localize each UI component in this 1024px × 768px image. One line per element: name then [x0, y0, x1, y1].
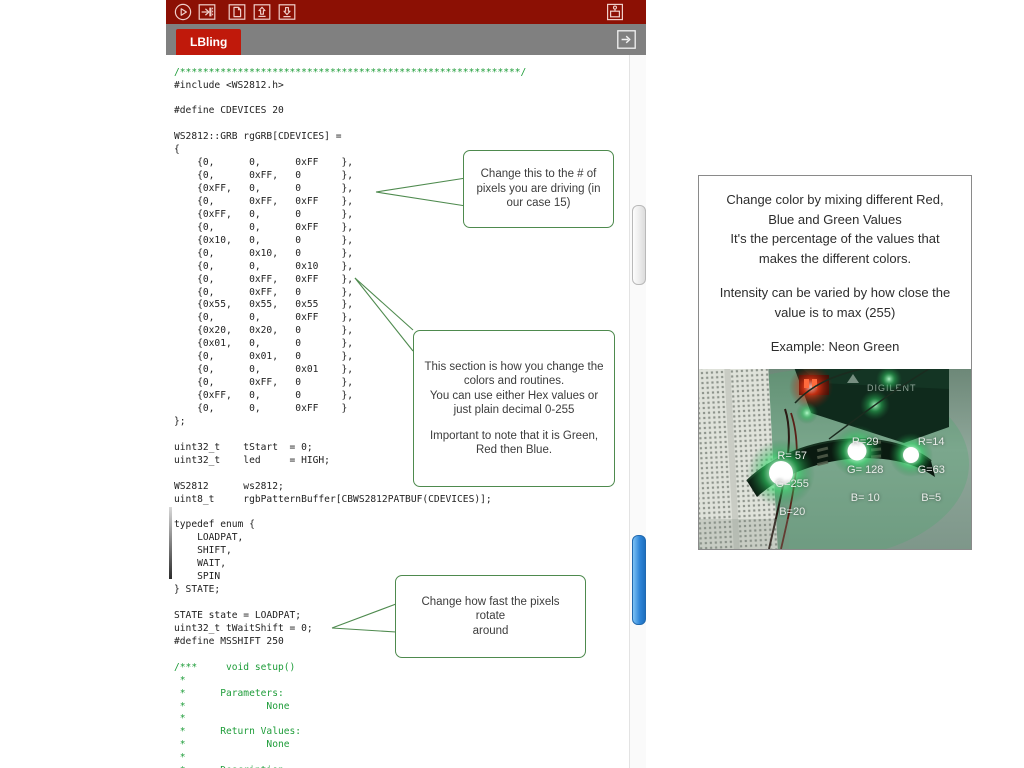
callout-pixel-count-line3: our case 15)	[506, 197, 571, 210]
led-3-r: R=14	[917, 436, 945, 448]
monitor-icon	[607, 3, 624, 21]
led-1-b: B=20	[779, 506, 806, 518]
up-arrow-box-icon	[253, 4, 271, 20]
callout-pixel-count: Change this to the # of pixels you are d…	[463, 150, 614, 228]
screenshot-root: LBling /********************************…	[0, 0, 1024, 768]
color-info-panel: Change color by mixing different Red, Bl…	[698, 175, 972, 550]
led-1-g: G=255	[775, 478, 809, 490]
verify-arrow-icon	[198, 4, 216, 20]
color-info-text: Change color by mixing different Red, Bl…	[699, 176, 971, 363]
scrollbar-thumb-inner[interactable]	[632, 535, 646, 625]
callout-pixel-count-line1: Change this to the # of	[480, 168, 597, 181]
led-2-g: G= 128	[847, 464, 884, 476]
led-3-values: R=14 G=63 B=5	[882, 421, 956, 519]
new-document-icon	[228, 4, 246, 20]
verify-button[interactable]	[198, 3, 216, 21]
tab-bar: LBling	[166, 24, 646, 55]
led-3-g: G=63	[917, 464, 945, 476]
callout-colors-line6: Red then Blue.	[475, 444, 553, 456]
editor-scrollbar-outer[interactable]	[629, 55, 646, 549]
led-1-values: R= 57 G=255 B=20	[743, 435, 817, 533]
callout-leader-pixel-count	[375, 177, 467, 207]
led-2-b: B= 10	[850, 492, 880, 504]
callout-leader-rotate	[331, 603, 397, 633]
tab-lbling[interactable]: LBling	[176, 29, 242, 55]
info-line4: makes the different colors.	[758, 250, 912, 266]
callout-rotate-line2: around	[472, 624, 509, 637]
info-line5: Intensity can be varied by how close the	[719, 285, 951, 300]
led-1-r: R= 57	[777, 450, 808, 462]
info-line1: Change color by mixing different Red,	[726, 192, 944, 207]
callout-colors-line3: You can use either Hex values or	[429, 389, 599, 402]
tab-forward-button[interactable]	[617, 30, 636, 49]
ide-toolbar	[166, 0, 646, 24]
callout-colors-line5: Important to note that it is Green,	[429, 429, 599, 442]
play-circle-icon	[174, 3, 192, 21]
callout-rotate-line1: Change how fast the pixels rotate	[421, 595, 560, 623]
info-line7: Example: Neon Green	[770, 339, 900, 354]
callout-leader-colors	[354, 277, 414, 352]
info-line2: Blue and Green Values	[768, 211, 902, 227]
callout-colors-line1: This section is how you change the	[424, 360, 604, 373]
editor-scrollbar-inner[interactable]	[629, 535, 646, 768]
save-button[interactable]	[278, 3, 296, 21]
callout-colors-section: This section is how you change the color…	[413, 330, 615, 487]
callout-rotate-speed: Change how fast the pixels rotate around	[395, 575, 586, 658]
scrollbar-thumb-outer[interactable]	[632, 205, 646, 285]
run-button[interactable]	[174, 3, 192, 21]
callout-colors-line2: colors and routines.	[463, 375, 565, 387]
callout-colors-line4: just plain decimal 0-255	[453, 404, 575, 416]
led-2-values: R=29 G= 128 B= 10	[816, 421, 890, 519]
info-line6: value is to max (255)	[774, 304, 896, 320]
right-arrow-box-icon	[617, 30, 636, 49]
led-photo: DIGILENT	[699, 369, 971, 549]
info-line3: It's the percentage of the values that	[730, 231, 940, 246]
change-marker	[169, 507, 172, 579]
led-3-b: B=5	[921, 492, 942, 504]
callout-pixel-count-line2: pixels you are driving (in	[476, 182, 601, 195]
down-arrow-box-icon	[278, 4, 296, 20]
new-file-button[interactable]	[228, 3, 246, 21]
open-button[interactable]	[253, 3, 271, 21]
serial-monitor-button[interactable]	[606, 3, 624, 21]
led-2-r: R=29	[851, 436, 879, 448]
tab-label: LBling	[190, 35, 228, 49]
